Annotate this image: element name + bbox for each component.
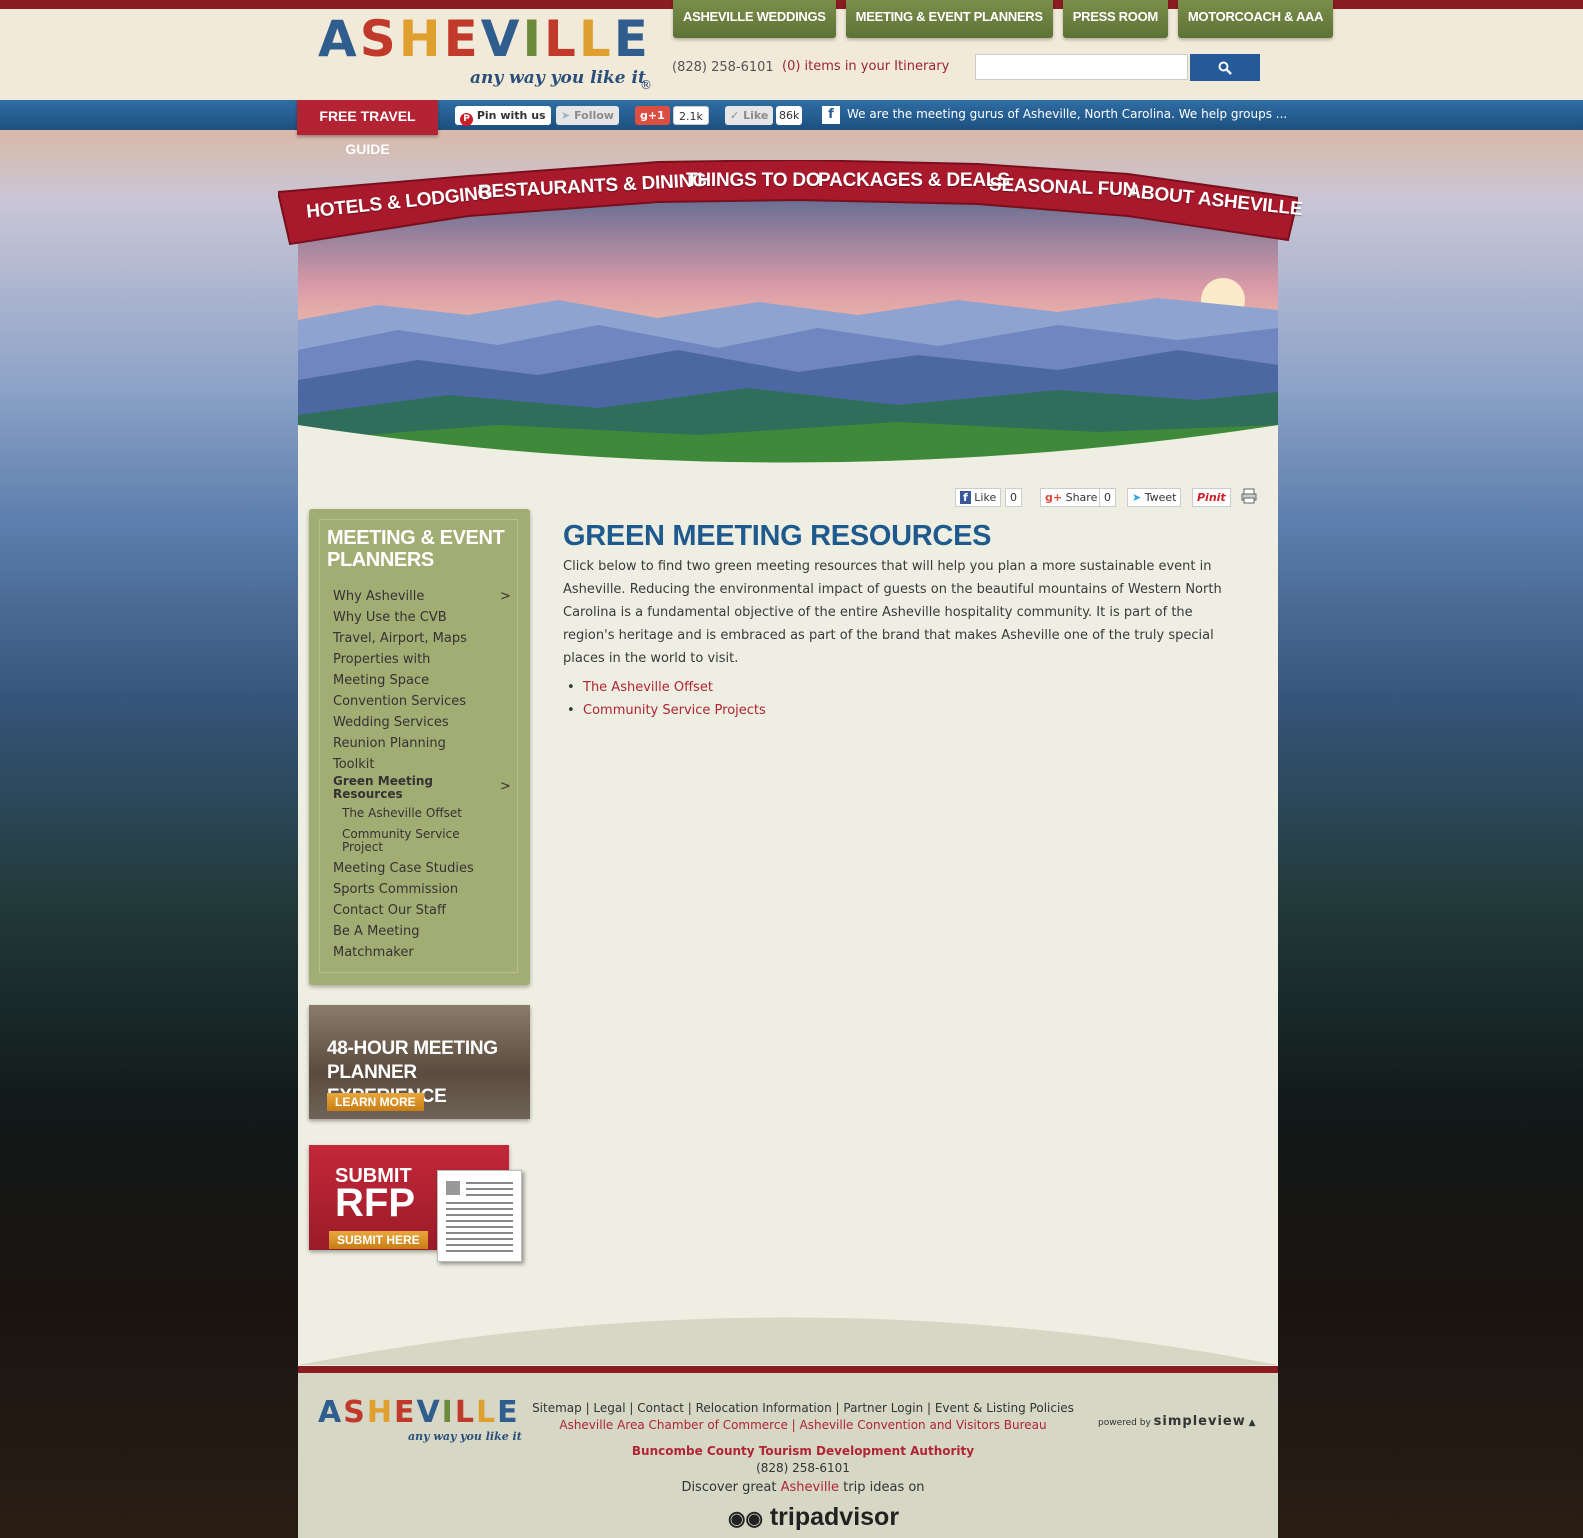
sidebar-item-green-meeting[interactable]: Green Meeting Resources xyxy=(333,775,483,801)
share-label: Share xyxy=(1065,491,1098,504)
sidebar-item-travel[interactable]: Travel, Airport, Maps xyxy=(333,631,467,646)
fb-like-button[interactable]: f Like xyxy=(955,488,1002,507)
logo-registered-mark: ® xyxy=(640,78,652,92)
facebook-like-button[interactable]: ✓ Like xyxy=(725,106,774,125)
promo-rfp-label: RFP xyxy=(335,1181,415,1225)
site-logo[interactable]: ASHEVILLE any way you like it ® xyxy=(318,12,658,96)
gplus-count: 2.1k xyxy=(673,106,709,125)
nav-packages-deals[interactable]: PACKAGES & DEALS xyxy=(818,170,1010,192)
pinterest-icon: P xyxy=(460,113,473,126)
planner-experience-promo[interactable]: 48-HOUR MEETING PLANNER EXPERIENCE LEARN… xyxy=(309,1005,530,1119)
sidebar-item-be-a-meeting[interactable]: Be A Meeting xyxy=(333,924,420,939)
tab-meeting-event-planners[interactable]: MEETING & EVENT PLANNERS xyxy=(845,0,1053,38)
sidebar-sub-community-service[interactable]: Community Service Project xyxy=(342,828,482,854)
itinerary-link[interactable]: (0) items in your Itinerary xyxy=(782,59,949,74)
sidebar-item-why-use-cvb[interactable]: Why Use the CVB xyxy=(333,610,447,625)
simpleview-mountain-icon: ▲ xyxy=(1248,1418,1256,1428)
footer-curve xyxy=(298,1317,1278,1365)
sidebar-item-case-studies[interactable]: Meeting Case Studies xyxy=(333,861,474,876)
share-like-label: Like xyxy=(974,491,997,504)
sidebar-item-reunion[interactable]: Reunion Planning xyxy=(333,736,446,751)
footer-links[interactable]: Sitemap | Legal | Contact | Relocation I… xyxy=(298,1401,1308,1415)
follow-label: Follow xyxy=(574,109,614,122)
powered-label: powered by xyxy=(1098,1418,1151,1428)
page-title: GREEN MEETING RESOURCES xyxy=(563,520,992,552)
sidebar-item-matchmaker[interactable]: Matchmaker xyxy=(333,945,414,960)
footer-discover: Discover great Asheville trip ideas on xyxy=(298,1480,1308,1495)
tweet-button[interactable]: ➤ Tweet xyxy=(1127,488,1182,507)
nav-things-to-do[interactable]: THINGS TO DO xyxy=(686,170,821,192)
logo-tagline: any way you like it xyxy=(470,68,646,88)
list-item: Community Service Projects xyxy=(563,699,766,722)
tab-asheville-weddings[interactable]: ASHEVILLE WEDDINGS xyxy=(673,0,836,38)
gplus-share-button[interactable]: g+ Share xyxy=(1040,488,1103,507)
sidebar-item-wedding[interactable]: Wedding Services xyxy=(333,715,449,730)
sidebar-item-convention[interactable]: Convention Services xyxy=(333,694,466,709)
top-tabs: ASHEVILLE WEDDINGS MEETING & EVENT PLANN… xyxy=(673,0,1334,38)
sidebar-item-meeting-space[interactable]: Meeting Space xyxy=(333,673,429,688)
chevron-right-icon[interactable]: > xyxy=(500,589,511,604)
sidebar-item-toolkit[interactable]: Toolkit xyxy=(333,757,375,772)
free-travel-guide-button[interactable]: FREE TRAVEL GUIDE xyxy=(297,100,438,157)
gplus-icon: g+ xyxy=(1045,491,1063,504)
print-button[interactable] xyxy=(1237,488,1261,507)
sidebar-item-properties[interactable]: Properties with xyxy=(333,652,430,667)
sidebar-sub-asheville-offset[interactable]: The Asheville Offset xyxy=(342,807,462,820)
submit-here-button[interactable]: SUBMIT HERE xyxy=(329,1231,428,1249)
owl-icon: ◉◉ xyxy=(728,1508,763,1530)
logo-wordmark: ASHEVILLE xyxy=(318,10,651,68)
promo-title-line1: 48-HOUR MEETING xyxy=(327,1038,498,1059)
twitter-bird-icon: ➤ xyxy=(561,109,571,122)
sidebar-item-sports[interactable]: Sports Commission xyxy=(333,882,458,897)
pinit-button[interactable]: Pinit xyxy=(1192,488,1231,507)
link-community-service[interactable]: Community Service Projects xyxy=(583,703,766,718)
facebook-status-text[interactable]: We are the meeting gurus of Asheville, N… xyxy=(847,107,1287,121)
document-icon xyxy=(437,1170,522,1262)
facebook-icon[interactable]: f xyxy=(822,106,840,124)
like-count: 86k xyxy=(776,106,803,125)
print-icon xyxy=(1241,488,1257,504)
search-icon xyxy=(1218,61,1232,75)
sidebar-item-why-asheville[interactable]: Why Asheville xyxy=(333,589,424,604)
search-button[interactable] xyxy=(1190,54,1260,81)
sidebar-title: MEETING & EVENT PLANNERS xyxy=(327,527,505,571)
link-asheville-offset[interactable]: The Asheville Offset xyxy=(583,680,713,695)
discover-pre: Discover great xyxy=(681,1480,781,1495)
simpleview-label: simpleview xyxy=(1153,1414,1246,1429)
footer-phone: (828) 258-6101 xyxy=(756,1461,850,1475)
check-icon: ✓ xyxy=(730,109,740,122)
discover-post: trip ideas on xyxy=(839,1480,925,1495)
chevron-right-icon[interactable]: > xyxy=(500,779,511,794)
discover-asheville-link[interactable]: Asheville xyxy=(781,1480,839,1495)
tripadvisor-label: tripadvisor xyxy=(769,1503,900,1531)
powered-by[interactable]: powered by simpleview ▲ xyxy=(1098,1414,1256,1429)
learn-more-button[interactable]: LEARN MORE xyxy=(327,1093,424,1111)
tab-motorcoach-aaa[interactable]: MOTORCOACH & AAA xyxy=(1177,0,1334,38)
fb-like-count: 0 xyxy=(1005,488,1022,507)
gplus-button[interactable]: g+1 xyxy=(635,106,670,125)
twitter-icon: ➤ xyxy=(1132,491,1142,504)
search-input[interactable] xyxy=(975,54,1188,80)
main-nav: HOTELS & LODGING RESTAURANTS & DINING TH… xyxy=(278,160,1303,250)
tripadvisor-logo[interactable]: ◉◉ tripadvisor xyxy=(728,1503,899,1532)
pinterest-follow-button[interactable]: P Pin with us xyxy=(455,106,551,126)
pin-label: Pin with us xyxy=(476,109,546,122)
facebook-icon: f xyxy=(960,491,971,504)
tweet-label: Tweet xyxy=(1144,491,1177,504)
sidebar-nav: MEETING & EVENT PLANNERS Why Asheville >… xyxy=(309,509,530,985)
tab-press-room[interactable]: PRESS ROOM xyxy=(1062,0,1168,38)
resource-links: The Asheville Offset Community Service P… xyxy=(563,676,766,722)
sidebar-item-contact-staff[interactable]: Contact Our Staff xyxy=(333,903,446,918)
like-label: Like xyxy=(743,109,769,122)
header-phone: (828) 258-6101 xyxy=(672,60,774,75)
footer-authority[interactable]: Buncombe County Tourism Development Auth… xyxy=(298,1444,1308,1458)
gplus-share-count: 0 xyxy=(1099,488,1116,507)
list-item: The Asheville Offset xyxy=(563,676,766,699)
twitter-follow-button[interactable]: ➤ Follow xyxy=(556,106,619,125)
intro-paragraph: Click below to find two green meeting re… xyxy=(563,559,1222,666)
